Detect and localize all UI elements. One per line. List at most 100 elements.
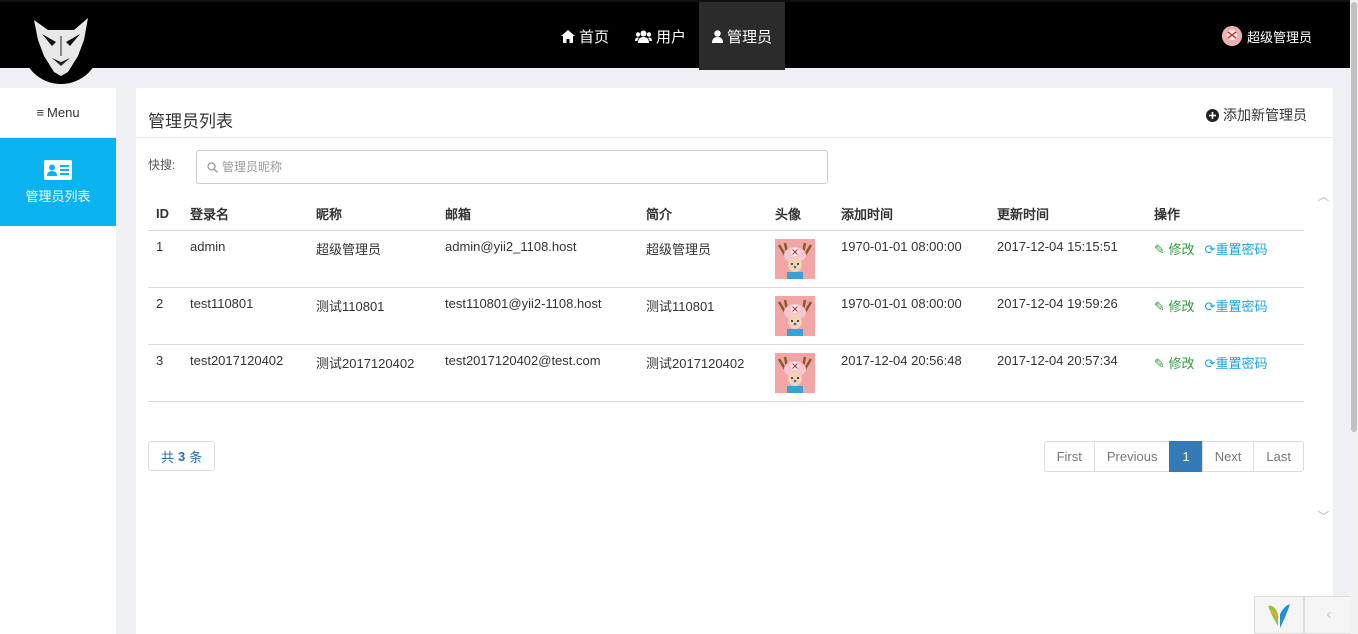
pager-last[interactable]: Last <box>1253 441 1304 472</box>
pagination: First Previous 1 Next Last <box>1043 441 1304 472</box>
reset-label: 重置密码 <box>1215 241 1268 257</box>
table-row: 2 test110801 测试110801 test110801@yii2-1108.… <box>148 287 1304 345</box>
table-row: 1 admin 超级管理员 admin@yii2_1108.host 超级管理员 1970… <box>148 230 1304 288</box>
id-card-icon <box>44 159 72 180</box>
total-count: 共 3 条 <box>148 441 216 471</box>
current-user-menu[interactable]: 超级管理员 <box>1221 26 1312 46</box>
add-admin-label: 添加新管理员 <box>1223 107 1307 123</box>
add-admin-button[interactable]: 添加新管理员 <box>1206 105 1307 125</box>
total-number: 3 <box>178 448 186 464</box>
pager-next[interactable]: Next <box>1201 441 1255 472</box>
col-intro: 简介 <box>638 198 767 231</box>
cell-login: admin <box>182 230 308 288</box>
sidebar-item-admin-list[interactable]: 管理员列表 <box>0 138 116 226</box>
cell-avatar <box>767 287 833 345</box>
cell-intro: 测试110801 <box>638 287 767 345</box>
scrollbar-thumb[interactable] <box>1351 2 1357 432</box>
edit-label: 修改 <box>1168 355 1195 371</box>
chevron-left-icon[interactable]: ‹ <box>1304 596 1354 634</box>
reset-password-link[interactable]: ⟳重置密码 <box>1205 242 1268 257</box>
edit-link[interactable]: ✎ 修改 <box>1154 299 1195 314</box>
search-input[interactable] <box>222 160 802 174</box>
total-suffix: 条 <box>189 449 203 465</box>
table-header-row: ID 登录名 昵称 邮箱 简介 头像 添加时间 更新时间 操作 <box>148 198 1304 231</box>
cell-nickname: 测试110801 <box>308 287 437 345</box>
cell-intro: 超级管理员 <box>638 230 767 288</box>
refresh-icon: ⟳ <box>1204 355 1216 371</box>
top-navbar: 首页 用户 管理员 超级管理员 <box>0 0 1350 84</box>
menu-toggle[interactable]: ≡ Menu <box>0 88 116 138</box>
yii-debug-toolbar-icon[interactable] <box>1254 596 1304 634</box>
main-nav: 首页 用户 管理员 <box>548 2 786 70</box>
menu-bars-icon: ≡ <box>36 105 45 120</box>
col-actions: 操作 <box>1146 198 1304 231</box>
page-scrollbar[interactable] <box>1350 0 1358 634</box>
user-icon <box>712 29 724 43</box>
edit-link[interactable]: ✎ 修改 <box>1154 356 1195 371</box>
home-icon <box>561 29 575 43</box>
reset-password-link[interactable]: ⟳重置密码 <box>1205 299 1268 314</box>
menu-label: Menu <box>47 105 80 120</box>
scroll-down-icon[interactable]: ﹀ <box>1318 508 1329 524</box>
cell-email: admin@yii2_1108.host <box>437 230 638 288</box>
cell-nickname: 超级管理员 <box>308 230 437 288</box>
cell-created: 2017-12-04 20:56:48 <box>833 344 989 402</box>
col-login[interactable]: 登录名 <box>182 198 308 231</box>
col-avatar: 头像 <box>767 198 833 231</box>
cell-email: test2017120402@test.com <box>437 344 638 402</box>
avatar-thumbnail[interactable] <box>775 295 815 336</box>
cell-updated: 2017-12-04 19:59:26 <box>989 287 1146 345</box>
admin-table-body: 1 admin 超级管理员 admin@yii2_1108.host 超级管理员 1970… <box>148 230 1304 402</box>
nav-users[interactable]: 用户 <box>622 2 699 70</box>
edit-link[interactable]: ✎ 修改 <box>1154 242 1195 257</box>
panel-header: 管理员列表 添加新管理员 <box>136 88 1333 138</box>
col-id[interactable]: ID <box>148 198 182 231</box>
quick-search: 快搜: <box>148 150 828 184</box>
cell-updated: 2017-12-04 20:57:34 <box>989 344 1146 402</box>
search-box <box>196 150 828 184</box>
cell-updated: 2017-12-04 15:15:51 <box>989 230 1146 288</box>
nav-admins-label: 管理员 <box>727 28 773 46</box>
cell-id: 2 <box>148 287 182 345</box>
users-icon <box>635 30 653 43</box>
col-created[interactable]: 添加时间 <box>833 198 989 231</box>
edit-icon: ✎ <box>1154 355 1165 371</box>
pager-current-page[interactable]: 1 <box>1169 441 1203 472</box>
refresh-icon: ⟳ <box>1204 298 1216 314</box>
cell-login: test110801 <box>182 287 308 345</box>
avatar-thumbnail[interactable] <box>775 238 815 279</box>
edit-icon: ✎ <box>1154 241 1165 257</box>
cell-id: 1 <box>148 230 182 288</box>
cell-avatar <box>767 230 833 288</box>
avatar <box>1221 26 1242 46</box>
avatar-thumbnail[interactable] <box>775 352 815 393</box>
search-label: 快搜: <box>148 157 176 172</box>
col-updated[interactable]: 更新时间 <box>989 198 1146 231</box>
nav-users-label: 用户 <box>656 28 687 46</box>
nav-home[interactable]: 首页 <box>548 2 622 70</box>
admin-table: ID 登录名 昵称 邮箱 简介 头像 添加时间 更新时间 操作 1 admin 超级… <box>148 198 1304 402</box>
page-title: 管理员列表 <box>148 112 233 131</box>
scroll-up-icon[interactable]: ︿ <box>1318 188 1329 204</box>
cell-nickname: 测试2017120402 <box>308 344 437 402</box>
cell-id: 3 <box>148 344 182 402</box>
edit-icon: ✎ <box>1154 298 1165 314</box>
cell-actions: ✎ 修改 ⟳重置密码 <box>1146 344 1304 402</box>
cell-email: test110801@yii2-1108.host <box>437 287 638 345</box>
col-nickname[interactable]: 昵称 <box>308 198 437 231</box>
reset-password-link[interactable]: ⟳重置密码 <box>1205 356 1268 371</box>
refresh-icon: ⟳ <box>1204 241 1216 257</box>
wolf-logo-icon[interactable] <box>22 6 100 84</box>
plus-circle-icon <box>1206 108 1219 122</box>
cell-actions: ✎ 修改 ⟳重置密码 <box>1146 230 1304 288</box>
cell-actions: ✎ 修改 ⟳重置密码 <box>1146 287 1304 345</box>
sidebar: ≡ Menu 管理员列表 <box>0 88 116 634</box>
table-row: 3 test2017120402 测试2017120402 test201712040… <box>148 344 1304 402</box>
pager-first[interactable]: First <box>1043 441 1095 472</box>
nav-admins[interactable]: 管理员 <box>699 2 786 70</box>
col-email[interactable]: 邮箱 <box>437 198 638 231</box>
cell-created: 1970-01-01 08:00:00 <box>833 287 989 345</box>
cell-created: 1970-01-01 08:00:00 <box>833 230 989 288</box>
pager-previous[interactable]: Previous <box>1093 441 1171 472</box>
main-panel: 管理员列表 添加新管理员 快搜: ︿ ID 登录名 昵称 邮箱 简介 头像 添加… <box>136 88 1333 634</box>
